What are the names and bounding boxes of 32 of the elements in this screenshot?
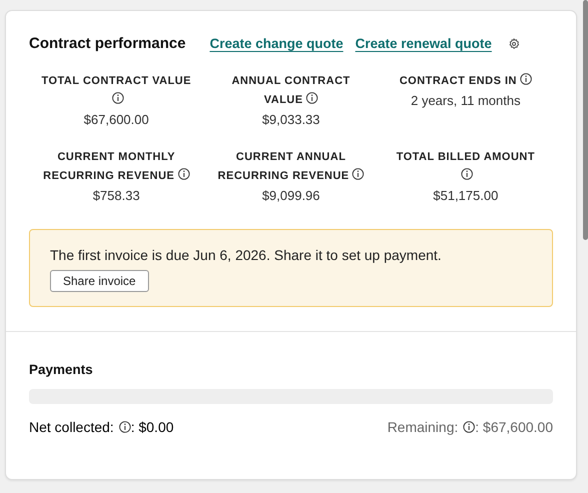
info-icon[interactable] <box>118 421 131 433</box>
metric-value: $9,033.33 <box>261 111 321 129</box>
metric-value: $67,600.00 <box>82 111 150 129</box>
metric-value: $51,175.00 <box>432 187 500 205</box>
notice-message: The first invoice is due Jun 6, 2026. Share it to set up payment. <box>50 247 442 263</box>
metric-label: CONTRACT ENDS IN <box>390 72 541 91</box>
collected-label: Net collected: <box>29 419 114 435</box>
quote-link[interactable]: Create change quote <box>210 36 344 51</box>
info-icon[interactable] <box>463 421 476 433</box>
section-title: Payments <box>29 362 94 377</box>
remaining-value: : $67,600.00 <box>475 419 553 435</box>
collected-value: : $0.00 <box>130 419 174 435</box>
info-icon[interactable] <box>461 168 474 180</box>
quote-link[interactable]: Create renewal quote <box>355 36 492 51</box>
scrollbar-thumb[interactable] <box>583 0 588 240</box>
info-icon[interactable] <box>352 168 364 180</box>
share-invoice-button[interactable]: Share invoice <box>50 270 149 292</box>
info-icon[interactable] <box>306 92 318 104</box>
card-title: Contract performance <box>29 35 186 52</box>
metric-label: CURRENT MONTHLY RECURRING REVENUE <box>41 148 192 186</box>
metric-label: TOTAL BILLED AMOUNT <box>390 148 541 186</box>
info-icon[interactable] <box>112 92 124 104</box>
metric-value: 2 years, 11 months <box>410 92 522 110</box>
metric-label: TOTAL CONTRACT VALUE <box>41 72 192 110</box>
info-icon[interactable] <box>520 73 532 85</box>
remaining-label: Remaining: <box>387 419 458 435</box>
metric-label: CURRENT ANNUAL RECURRING REVENUE <box>216 148 366 186</box>
settings-icon[interactable] <box>508 38 520 50</box>
metric-value: $758.33 <box>92 187 141 205</box>
metric-label: ANNUAL CONTRACT VALUE <box>230 74 352 108</box>
info-icon[interactable] <box>178 168 190 180</box>
metric-value: $9,099.96 <box>261 187 321 205</box>
